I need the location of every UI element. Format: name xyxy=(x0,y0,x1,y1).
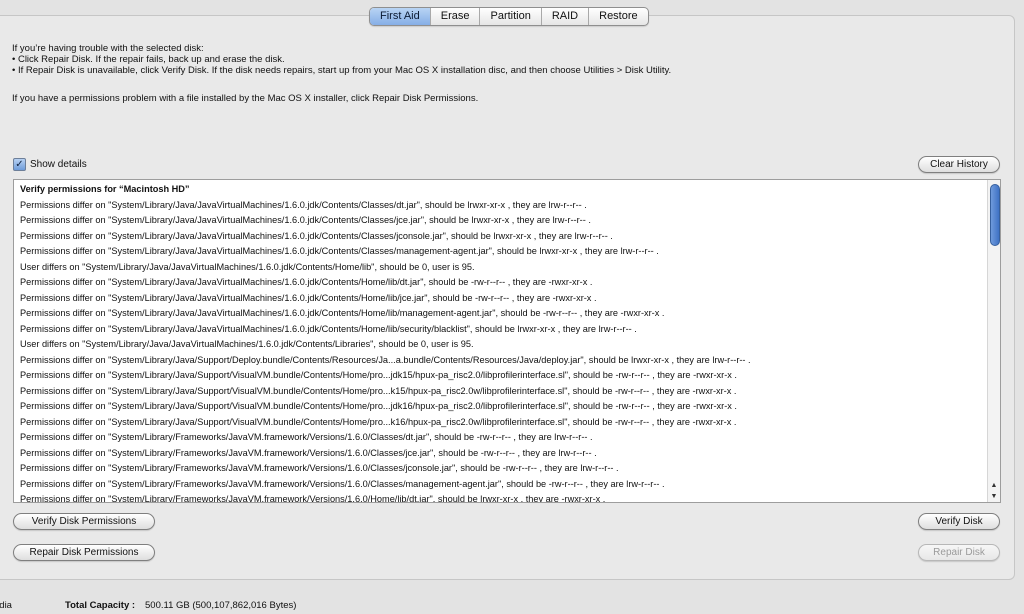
show-details-label: Show details xyxy=(30,159,87,170)
log-line: Permissions differ on "System/Library/Fr… xyxy=(20,478,665,489)
checkmark-icon[interactable]: ✓ xyxy=(13,158,26,171)
scrollbar-thumb[interactable] xyxy=(990,184,1000,246)
total-capacity-label: Total Capacity : xyxy=(65,600,136,611)
tab-bar: First Aid Erase Partition RAID Restore xyxy=(369,7,649,26)
verify-disk-permissions-button[interactable]: Verify Disk Permissions xyxy=(13,513,155,530)
log-line: Permissions differ on "System/Library/Ja… xyxy=(20,370,737,380)
log-line: Permissions differ on "System/Library/Ja… xyxy=(20,401,737,411)
tab-partition[interactable]: Partition xyxy=(479,8,540,25)
log-line: Permissions differ on "System/Library/Ja… xyxy=(20,215,591,225)
log-line: Permissions differ on "System/Library/Ja… xyxy=(20,277,593,287)
log-line: Permissions differ on "System/Library/Ja… xyxy=(20,354,751,365)
clear-history-button[interactable]: Clear History xyxy=(918,156,1000,173)
log-lines: Verify permissions for “Macintosh HD” Pe… xyxy=(20,182,984,503)
arrow-up-icon[interactable]: ▲ xyxy=(988,481,1000,491)
log-line: Permissions differ on "System/Library/Ja… xyxy=(20,230,613,241)
log-header: Verify permissions for “Macintosh HD” xyxy=(20,184,190,194)
details-log[interactable]: Verify permissions for “Macintosh HD” Pe… xyxy=(13,179,1001,503)
log-line: Permissions differ on "System/Library/Fr… xyxy=(20,447,597,458)
disk-utility-window: First Aid Erase Partition RAID Restore I… xyxy=(0,0,1024,614)
first-aid-panel: If you’re having trouble with the select… xyxy=(0,15,1015,580)
log-line: Permissions differ on "System/Library/Ja… xyxy=(20,199,587,210)
log-line: User differs on "System/Library/Java/Jav… xyxy=(20,261,475,272)
instruction-line: If you’re having trouble with the select… xyxy=(12,43,204,54)
repair-disk-permissions-button[interactable]: Repair Disk Permissions xyxy=(13,544,155,561)
log-line: Permissions differ on "System/Library/Ja… xyxy=(20,308,665,318)
tab-first-aid[interactable]: First Aid xyxy=(370,8,430,25)
repair-disk-button[interactable]: Repair Disk xyxy=(918,544,1000,561)
log-line: Permissions differ on "System/Library/Ja… xyxy=(20,416,737,427)
show-details-checkbox-row[interactable]: ✓ Show details xyxy=(13,158,87,171)
tab-raid[interactable]: RAID xyxy=(540,8,588,25)
log-scrollbar[interactable]: ▲ ▼ xyxy=(987,180,1000,502)
log-line: Permissions differ on "System/Library/Fr… xyxy=(20,432,593,442)
log-line: Permissions differ on "System/Library/Fr… xyxy=(20,463,619,473)
log-line: Permissions differ on "System/Library/Ja… xyxy=(20,292,597,303)
media-label: edia xyxy=(0,600,12,611)
arrow-down-icon[interactable]: ▼ xyxy=(988,492,1000,502)
disk-info-footer: edia Total Capacity : 500.11 GB (500,107… xyxy=(0,600,1024,614)
tab-erase[interactable]: Erase xyxy=(429,8,480,25)
verify-disk-button[interactable]: Verify Disk xyxy=(918,513,1000,530)
instruction-line: • Click Repair Disk. If the repair fails… xyxy=(12,54,285,65)
log-line: User differs on "System/Library/Java/Jav… xyxy=(20,339,474,349)
instruction-line: • If Repair Disk is unavailable, click V… xyxy=(12,65,672,76)
log-line: Permissions differ on "System/Library/Ja… xyxy=(20,246,659,256)
instructions-text: If you’re having trouble with the select… xyxy=(12,43,671,104)
log-line: Permissions differ on "System/Library/Ja… xyxy=(20,323,637,334)
tab-restore[interactable]: Restore xyxy=(588,8,648,25)
log-line: Permissions differ on "System/Library/Fr… xyxy=(20,494,606,503)
log-line: Permissions differ on "System/Library/Ja… xyxy=(20,385,737,396)
instruction-line: If you have a permissions problem with a… xyxy=(12,93,479,104)
total-capacity-value: 500.11 GB (500,107,862,016 Bytes) xyxy=(145,600,297,611)
